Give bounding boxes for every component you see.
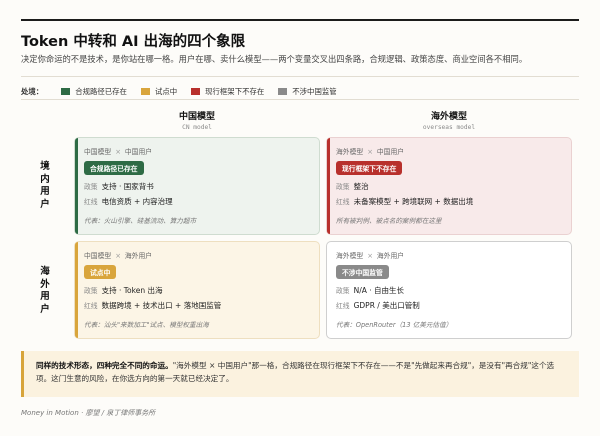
redline-key: 红线 <box>84 198 98 206</box>
redline-value: GDPR / 美出口管制 <box>353 301 420 310</box>
quadrant-note: 代表：汕头"来数加工"试点、模型权重出海 <box>84 321 209 329</box>
redline-key: 红线 <box>336 302 350 310</box>
quadrant-accent <box>75 242 78 338</box>
legend-swatch <box>140 88 150 95</box>
policy-value: 支持 · 国家背书 <box>101 182 154 191</box>
redline-line: 红线 未备案模型 + 跨境联网 + 数据出境 <box>336 196 562 207</box>
callout-bold: 同样的技术形态，四种完全不同的命运。 <box>36 361 173 370</box>
legend-item-unregulated: 不涉中国监管 <box>278 86 337 97</box>
status-badge: 试点中 <box>84 265 117 279</box>
page-title: Token 中转和 AI 出海的四个象限 <box>21 34 246 50</box>
legend-swatch <box>61 88 71 95</box>
quadrant-cn-model-overseas-user: 中国模型 × 海外用户 试点中 政策 支持 · Token 出海 红线 数据跨境 + 技… <box>74 241 320 339</box>
redline-value: 未备案模型 + 跨境联网 + 数据出境 <box>353 197 474 206</box>
status-badge: 合规路径已存在 <box>84 161 144 175</box>
quadrant-note: 代表：OpenRouter（13 亿美元估值） <box>336 321 453 329</box>
quadrant-combo: 海外模型 × 海外用户 <box>336 250 562 260</box>
quadrant-overseas-model-cn-user: 海外模型 × 中国用户 现行框架下不存在 政策 整治 红线 未备案模型 + 跨境联网 +… <box>326 137 572 235</box>
policy-key: 政策 <box>84 287 98 295</box>
legend-item-nonexistent: 现行框架下不存在 <box>191 86 264 97</box>
combo-user: 中国用户 <box>124 148 153 156</box>
legend-label: 合规路径已存在 <box>75 87 127 96</box>
status-badge: 不涉中国监管 <box>336 265 389 279</box>
page-subtitle: 决定你命运的不是技术，是你站在哪一格。用户在哪、卖什么模型——两个变量交叉出四条… <box>21 54 528 64</box>
column-header-overseas-model: 海外模型 overseas model <box>326 109 572 131</box>
redline-line: 红线 数据跨境 + 技术出口 + 落地国监管 <box>84 300 310 311</box>
divider <box>21 99 579 100</box>
legend-item-pilot: 试点中 <box>140 86 178 97</box>
quadrant-accent <box>327 138 330 234</box>
legend-swatch <box>191 88 201 95</box>
column-title: 海外模型 <box>430 112 467 122</box>
times-icon: × <box>115 252 121 260</box>
policy-value: 支持 · Token 出海 <box>101 286 163 295</box>
redline-key: 红线 <box>84 302 98 310</box>
policy-key: 政策 <box>336 287 350 295</box>
legend-label: 试点中 <box>154 87 178 96</box>
column-subtitle: overseas model <box>422 124 476 131</box>
legend-title: 处境： <box>21 87 44 96</box>
policy-line: 政策 整治 <box>336 181 562 192</box>
policy-value: N/A · 自由生长 <box>353 286 405 295</box>
divider <box>21 76 579 77</box>
combo-user: 海外用户 <box>376 252 405 260</box>
legend-swatch <box>278 88 288 95</box>
status-badge: 现行框架下不存在 <box>336 161 403 175</box>
legend: 处境： 合规路径已存在 试点中 现行框架下不存在 不涉中国监管 <box>21 86 351 97</box>
policy-line: 政策 N/A · 自由生长 <box>336 285 562 296</box>
times-icon: × <box>367 148 373 156</box>
times-icon: × <box>367 252 373 260</box>
redline-value: 电信资质 + 内容治理 <box>101 197 173 206</box>
quadrant-note: 代表：火山引擎、硅基流动、算力超市 <box>84 217 197 225</box>
quadrant-combo: 中国模型 × 中国用户 <box>84 146 310 156</box>
policy-key: 政策 <box>84 183 98 191</box>
legend-item-compliant: 合规路径已存在 <box>61 86 127 97</box>
legend-label: 现行框架下不存在 <box>205 87 265 96</box>
row-header-domestic-users: 境内用户 <box>40 161 50 210</box>
policy-key: 政策 <box>336 183 350 191</box>
combo-user: 中国用户 <box>376 148 405 156</box>
redline-line: 红线 GDPR / 美出口管制 <box>336 300 562 311</box>
combo-model: 海外模型 <box>336 148 364 156</box>
quadrant-combo: 海外模型 × 中国用户 <box>336 146 562 156</box>
times-icon: × <box>115 148 121 156</box>
quadrant-overseas-model-overseas-user: 海外模型 × 海外用户 不涉中国监管 政策 N/A · 自由生长 红线 GDPR / 美… <box>326 241 572 339</box>
column-header-cn-model: 中国模型 CN model <box>74 109 320 131</box>
combo-model: 中国模型 <box>84 148 112 156</box>
quadrant-combo: 中国模型 × 海外用户 <box>84 250 310 260</box>
footer-credit: Money in Motion · 廖望 / 泉丁律师事务所 <box>21 409 156 417</box>
policy-line: 政策 支持 · Token 出海 <box>84 285 310 296</box>
combo-model: 中国模型 <box>84 252 112 260</box>
callout-box: 同样的技术形态，四种完全不同的命运。"海外模型 × 中国用户"那一格，合规路径在… <box>21 351 579 397</box>
combo-model: 海外模型 <box>336 252 364 260</box>
column-title: 中国模型 <box>178 112 215 122</box>
column-subtitle: CN model <box>182 124 212 131</box>
row-header-overseas-users: 海外用户 <box>40 266 50 315</box>
redline-value: 数据跨境 + 技术出口 + 落地国监管 <box>101 301 222 310</box>
quadrant-accent <box>75 138 78 234</box>
policy-line: 政策 支持 · 国家背书 <box>84 181 310 192</box>
redline-key: 红线 <box>336 198 350 206</box>
policy-value: 整治 <box>353 182 369 191</box>
redline-line: 红线 电信资质 + 内容治理 <box>84 196 310 207</box>
legend-label: 不涉中国监管 <box>292 87 337 96</box>
combo-user: 海外用户 <box>124 252 153 260</box>
top-rule <box>21 19 579 21</box>
quadrant-note: 所有被判例、被点名的案例都在这里 <box>336 217 442 225</box>
quadrant-cn-model-cn-user: 中国模型 × 中国用户 合规路径已存在 政策 支持 · 国家背书 红线 电信资质 + 内… <box>74 137 320 235</box>
